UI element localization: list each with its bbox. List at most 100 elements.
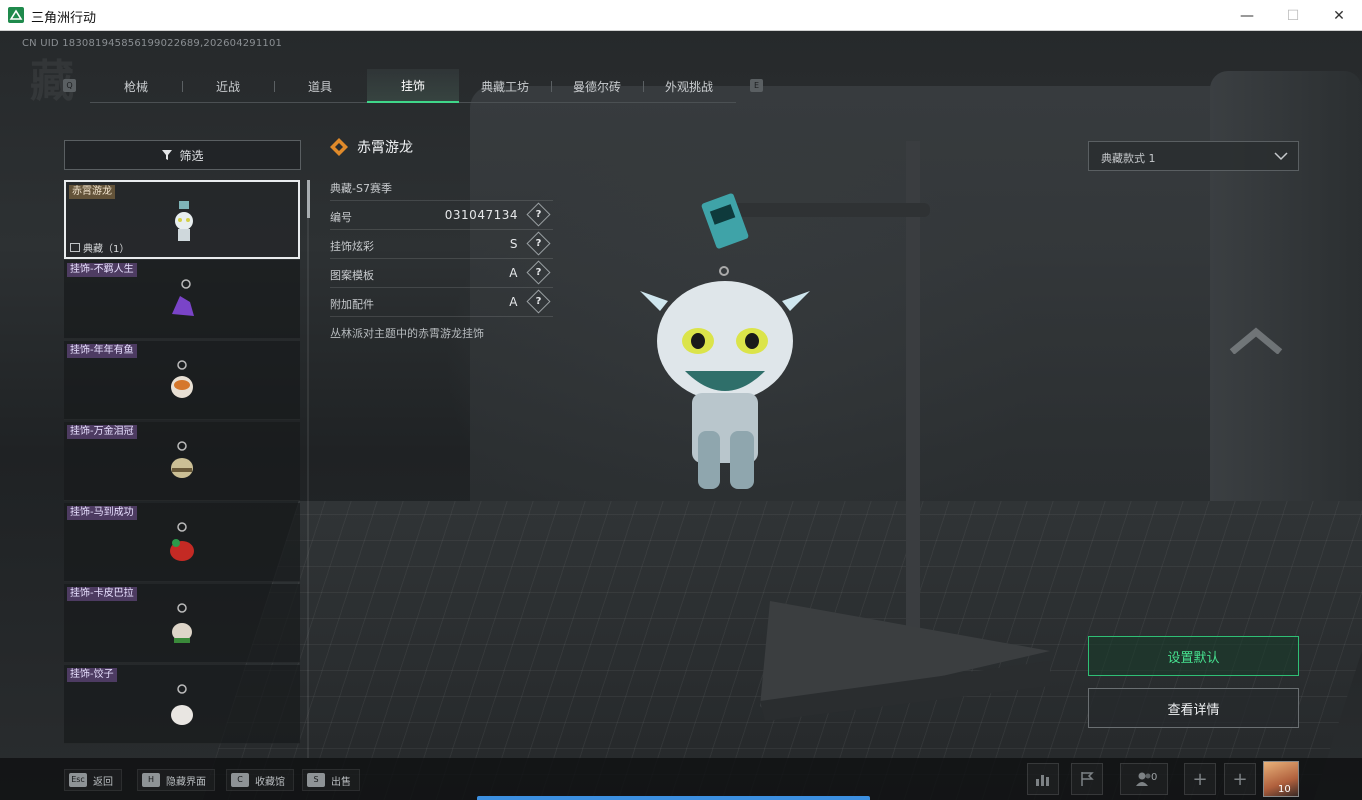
item-name-tag: 挂饰-年年有鱼 bbox=[67, 344, 137, 358]
tab-melee[interactable]: 近战 bbox=[182, 69, 274, 103]
key-esc: Esc bbox=[69, 773, 87, 787]
item-name-tag: 挂饰-万金泪冠 bbox=[67, 425, 137, 439]
season-row: 典藏-S7赛季 bbox=[330, 172, 553, 201]
app-logo-icon bbox=[8, 7, 24, 23]
charm-3d-preview[interactable] bbox=[620, 131, 1080, 731]
list-item[interactable]: 挂饰-不羁人生 bbox=[64, 260, 300, 339]
charm-list: 赤霄游龙 典藏（1） 挂饰-不羁人生 挂饰-年年有鱼 挂饰-万金泪冠 挂饰-马到… bbox=[64, 180, 301, 758]
item-name-tag: 挂饰-饺子 bbox=[67, 668, 117, 682]
list-item[interactable]: 挂饰-马到成功 bbox=[64, 503, 300, 582]
detail-row-finish: 挂饰炫彩 S ? bbox=[330, 230, 553, 259]
row-value: A bbox=[509, 295, 518, 309]
capybara-charm-thumbnail bbox=[172, 603, 192, 643]
hint-hide-ui[interactable]: H 隐藏界面 bbox=[137, 769, 215, 791]
season-label: 典藏-S7赛季 bbox=[330, 182, 392, 195]
item-description: 丛林派对主题中的赤霄游龙挂饰 bbox=[330, 327, 484, 340]
window-titlebar: 三角洲行动 — ☐ ✕ bbox=[0, 0, 1362, 31]
item-collection-count: 典藏（1） bbox=[70, 240, 129, 255]
background-arrow-icon bbox=[1229, 327, 1283, 354]
help-icon[interactable]: ? bbox=[526, 260, 551, 285]
key-s: S bbox=[307, 773, 325, 787]
flag-icon bbox=[1081, 772, 1094, 786]
row-value: S bbox=[509, 237, 518, 251]
crown-charm-thumbnail bbox=[171, 441, 193, 478]
row-label: 挂饰炫彩 bbox=[330, 240, 374, 253]
tab-charms[interactable]: 挂饰 bbox=[367, 69, 459, 103]
dragon-charm-thumbnail bbox=[175, 201, 193, 241]
filter-label: 筛选 bbox=[179, 148, 204, 163]
item-title: 赤霄游龙 bbox=[330, 134, 413, 160]
hint-collection[interactable]: C 收藏馆 bbox=[226, 769, 294, 791]
list-item[interactable]: 挂饰-卡皮巴拉 bbox=[64, 584, 300, 663]
detail-row-pattern: 图案模板 A ? bbox=[330, 259, 553, 288]
row-value: 031047134 bbox=[444, 208, 518, 222]
hint-label: 隐藏界面 bbox=[166, 776, 206, 788]
minimize-button[interactable]: — bbox=[1224, 0, 1270, 31]
chevron-down-icon bbox=[1274, 152, 1288, 161]
help-icon[interactable]: ? bbox=[526, 231, 551, 256]
detail-row-accessory: 附加配件 A ? bbox=[330, 288, 553, 317]
tab-items[interactable]: 道具 bbox=[274, 69, 366, 103]
style-dropdown-value: 典藏款式 1 bbox=[1101, 152, 1156, 165]
row-value: A bbox=[509, 266, 518, 280]
set-default-button[interactable]: 设置默认 bbox=[1088, 636, 1299, 676]
hint-sell[interactable]: S 出售 bbox=[302, 769, 360, 791]
item-name-tag: 挂饰-不羁人生 bbox=[67, 263, 137, 277]
key-c: C bbox=[231, 773, 249, 787]
category-tabs: 枪械 近战 道具 挂饰 典藏工坊 曼德尔砖 外观挑战 bbox=[90, 69, 736, 103]
stats-button[interactable] bbox=[1027, 763, 1059, 795]
tab-prev-key[interactable]: Q bbox=[63, 79, 76, 92]
tab-mandel-brick[interactable]: 曼德尔砖 bbox=[551, 69, 643, 103]
row-label: 编号 bbox=[330, 211, 352, 224]
list-scrollbar[interactable] bbox=[307, 180, 309, 758]
dumpling-charm-thumbnail bbox=[171, 684, 193, 725]
hint-label: 返回 bbox=[93, 776, 113, 788]
tab-next-key[interactable]: E bbox=[750, 79, 763, 92]
list-item[interactable]: 赤霄游龙 典藏（1） bbox=[64, 180, 300, 259]
loading-progress-bar bbox=[477, 796, 870, 800]
list-item[interactable]: 挂饰-年年有鱼 bbox=[64, 341, 300, 420]
friends-count: 0 bbox=[1151, 772, 1158, 783]
item-name-tag: 赤霄游龙 bbox=[69, 185, 115, 199]
view-detail-button[interactable]: 查看详情 bbox=[1088, 688, 1299, 728]
shoe-charm-thumbnail bbox=[172, 279, 194, 316]
item-name-tag: 挂饰-卡皮巴拉 bbox=[67, 587, 137, 601]
list-scrollbar-thumb[interactable] bbox=[307, 180, 310, 218]
row-label: 图案模板 bbox=[330, 269, 374, 282]
hint-label: 出售 bbox=[331, 776, 351, 788]
style-dropdown[interactable]: 典藏款式 1 bbox=[1088, 141, 1299, 171]
hint-back[interactable]: Esc 返回 bbox=[64, 769, 122, 791]
close-button[interactable]: ✕ bbox=[1316, 0, 1362, 31]
image-icon bbox=[70, 243, 80, 252]
filter-button[interactable]: 筛选 bbox=[64, 140, 301, 170]
friends-button[interactable] bbox=[1120, 763, 1168, 795]
window-title: 三角洲行动 bbox=[31, 11, 97, 26]
horse-charm-thumbnail bbox=[170, 522, 194, 561]
item-sub-label: 典藏（1） bbox=[83, 244, 130, 255]
help-icon[interactable]: ? bbox=[526, 289, 551, 314]
add-slot-button-2[interactable]: + bbox=[1224, 763, 1256, 795]
help-icon[interactable]: ? bbox=[526, 202, 551, 227]
funnel-icon bbox=[162, 150, 173, 160]
add-slot-button-1[interactable]: + bbox=[1184, 763, 1216, 795]
bar-chart-icon bbox=[1036, 775, 1049, 786]
list-item[interactable]: 挂饰-万金泪冠 bbox=[64, 422, 300, 501]
item-title-text: 赤霄游龙 bbox=[357, 140, 413, 156]
tab-appearance-challenge[interactable]: 外观挑战 bbox=[643, 69, 735, 103]
tab-collection-workshop[interactable]: 典藏工坊 bbox=[459, 69, 551, 103]
row-label: 附加配件 bbox=[330, 298, 374, 311]
item-name-tag: 挂饰-马到成功 bbox=[67, 506, 137, 520]
list-item[interactable]: 挂饰-饺子 bbox=[64, 665, 300, 744]
detail-row-serial: 编号 031047134 ? bbox=[330, 201, 553, 230]
key-h: H bbox=[142, 773, 160, 787]
hint-label: 收藏馆 bbox=[255, 776, 285, 788]
flag-button[interactable] bbox=[1071, 763, 1103, 795]
fish-charm-thumbnail bbox=[171, 360, 193, 398]
avatar-level: 10 bbox=[1278, 784, 1291, 795]
rarity-diamond-icon bbox=[330, 138, 348, 156]
game-viewport: 藏 CN UID 18308194585619902268​9,20260429… bbox=[0, 31, 1362, 800]
maximize-button[interactable]: ☐ bbox=[1270, 0, 1316, 31]
tab-firearms[interactable]: 枪械 bbox=[90, 69, 182, 103]
background-watermark: 藏 bbox=[30, 56, 74, 107]
uid-label: CN UID 18308194585619902268​9,2026042911… bbox=[22, 38, 283, 49]
